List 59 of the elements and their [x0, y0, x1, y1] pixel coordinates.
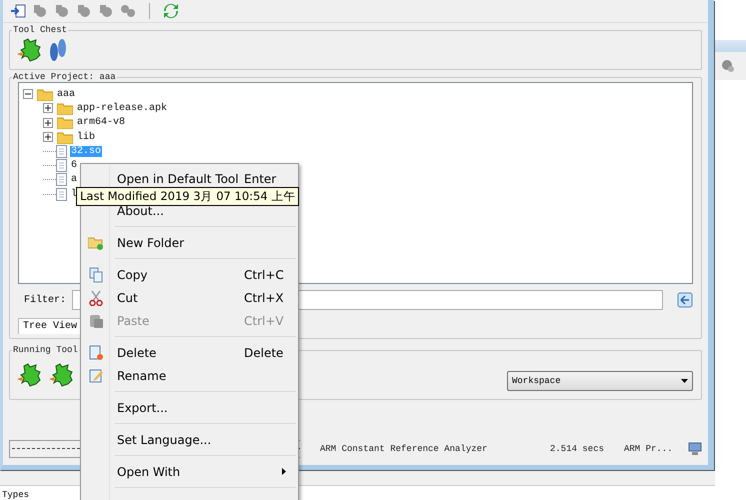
scissors-icon — [89, 290, 103, 306]
status-module: ARM Pr... — [624, 444, 674, 454]
expand-toggle[interactable] — [43, 118, 53, 128]
refresh-button[interactable] — [162, 2, 180, 20]
panel-label: Types — [2, 490, 30, 500]
delete-icon — [88, 344, 104, 360]
expand-toggle[interactable] — [43, 103, 53, 114]
file-icon — [56, 144, 67, 158]
menu-item[interactable]: Open in Default Tool Enter — [83, 167, 296, 190]
file-icon — [56, 173, 67, 186]
new-folder-icon — [88, 236, 104, 250]
footprints-icon[interactable] — [48, 37, 68, 63]
folder-icon — [57, 116, 73, 130]
expand-toggle[interactable] — [43, 132, 53, 142]
filter-label: Filter: — [24, 294, 66, 306]
menu-item[interactable]: Export... — [83, 396, 296, 419]
caret-icon — [681, 379, 688, 383]
tree-item[interactable]: aaa — [56, 88, 76, 100]
menu-item[interactable]: Set Language... — [83, 428, 296, 451]
menu-item[interactable]: Rename — [83, 364, 296, 387]
dragon-icon[interactable] — [16, 362, 42, 388]
collapse-toggle[interactable] — [23, 89, 33, 100]
dragon-icon[interactable] — [16, 37, 42, 63]
workspace-dropdown[interactable]: Workspace — [507, 371, 693, 391]
clear-filter-icon[interactable] — [677, 292, 693, 308]
tree-item[interactable]: l — [70, 188, 78, 200]
title-bar — [715, 40, 746, 52]
menu-item[interactable]: New Folder — [83, 231, 296, 254]
import-icon — [10, 3, 26, 19]
folder-icon — [37, 88, 53, 101]
tree-item[interactable]: 6 — [70, 160, 78, 172]
refresh-icon — [163, 3, 179, 19]
panel-title: Active Project: aaa — [12, 72, 117, 82]
tree-item[interactable]: lib — [76, 132, 96, 143]
link-icon — [120, 3, 136, 19]
tooltip: Last Modified 2019 3月 07 10:54 上午 — [76, 187, 300, 206]
tree-item[interactable]: arm64-v8 — [76, 117, 126, 128]
menu-item[interactable]: Delete Delete — [83, 341, 296, 364]
dragon-icon[interactable] — [48, 362, 74, 388]
menu-item[interactable]: Copy Ctrl+C — [83, 263, 296, 286]
status-time: 2.514 secs — [550, 444, 606, 454]
copy-icon — [88, 266, 104, 282]
file-icon — [56, 159, 67, 172]
file-icon — [56, 188, 67, 201]
folder-icon — [57, 102, 73, 115]
panel-title: Running Tool — [12, 345, 79, 355]
monitor-icon[interactable] — [688, 442, 702, 456]
menu-item[interactable]: Open With — [83, 460, 296, 483]
folder-icon — [57, 130, 73, 144]
paste-icon — [88, 312, 104, 328]
import-button[interactable] — [9, 2, 27, 20]
tree-item[interactable]: app-release.apk — [76, 102, 168, 114]
rename-icon — [88, 368, 104, 384]
view-tab[interactable]: Tree View — [18, 318, 82, 334]
menu-item[interactable]: Cut Ctrl+X — [83, 286, 296, 309]
chat-icon[interactable] — [721, 59, 735, 73]
tree-item[interactable]: a — [70, 174, 78, 186]
status-message: ARM Constant Reference Analyzer — [320, 444, 488, 454]
panel-title: Tool Chest — [12, 25, 68, 35]
